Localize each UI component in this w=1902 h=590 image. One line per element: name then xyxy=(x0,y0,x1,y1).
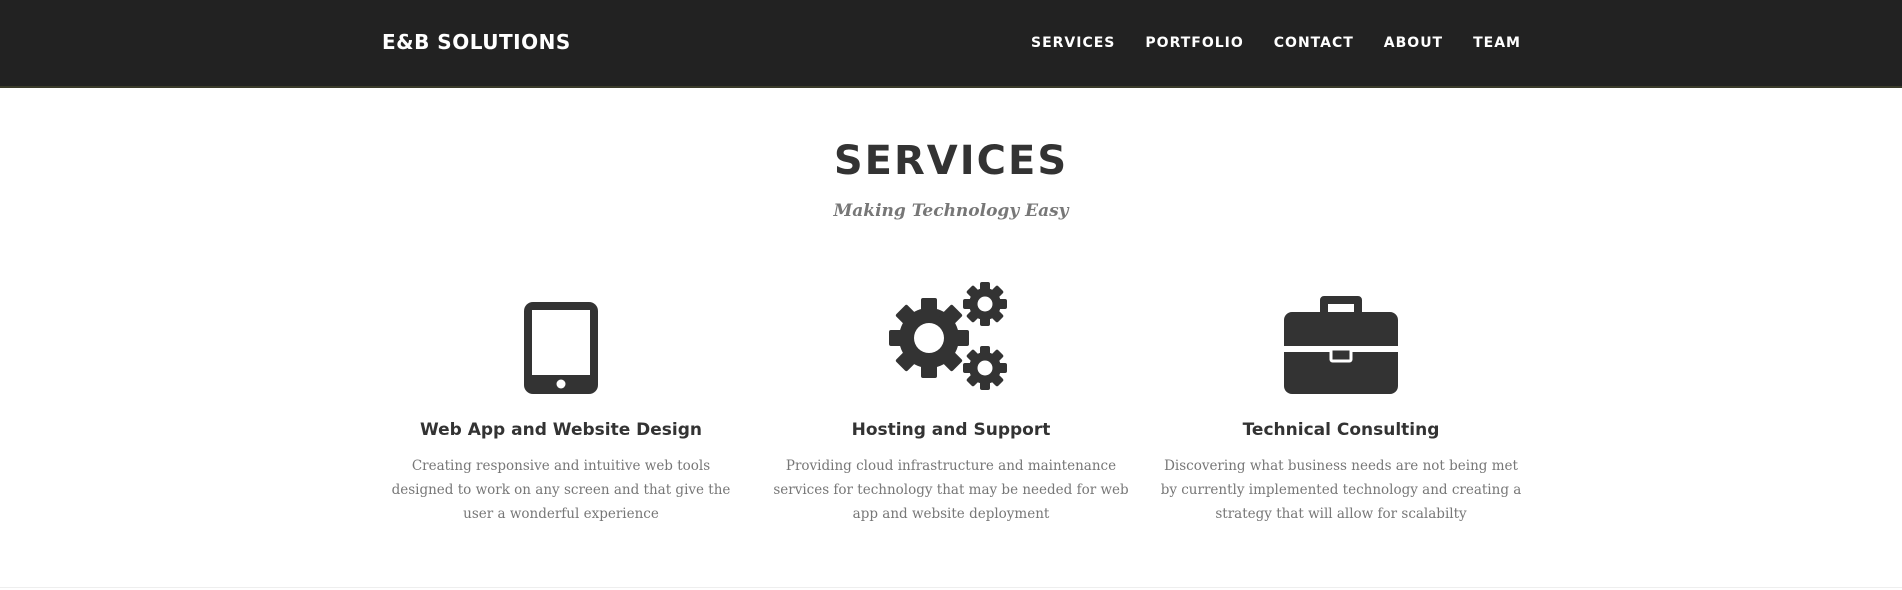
brand-logo[interactable]: E&B SOLUTIONS xyxy=(382,30,571,54)
gears-icon xyxy=(889,282,1007,390)
service-hosting: Hosting and Support Providing cloud infr… xyxy=(766,282,1136,526)
navbar: E&B SOLUTIONS SERVICES PORTFOLIO CONTACT… xyxy=(0,0,1902,88)
nav-link-services[interactable]: SERVICES xyxy=(1031,35,1115,51)
service-consulting: Technical Consulting Discovering what bu… xyxy=(1156,290,1526,526)
service-web-design: Web App and Website Design Creating resp… xyxy=(376,290,746,526)
service-description: Creating responsive and intuitive web to… xyxy=(391,458,731,522)
tablet-icon xyxy=(524,302,598,394)
nav-link-about[interactable]: ABOUT xyxy=(1384,35,1443,51)
service-title: Web App and Website Design xyxy=(419,420,703,440)
nav-link-portfolio[interactable]: PORTFOLIO xyxy=(1145,35,1243,51)
service-description: Discovering what business needs are not … xyxy=(1160,458,1522,522)
service-description: Providing cloud infrastructure and maint… xyxy=(773,458,1129,522)
main-nav: SERVICES PORTFOLIO CONTACT ABOUT TEAM xyxy=(1031,35,1521,51)
nav-link-team[interactable]: TEAM xyxy=(1473,35,1521,51)
service-title: Hosting and Support xyxy=(851,420,1051,440)
section-subheading: Making Technology Easy xyxy=(833,201,1069,221)
briefcase-icon xyxy=(1284,296,1398,394)
service-title: Technical Consulting xyxy=(1242,420,1440,440)
nav-link-contact[interactable]: CONTACT xyxy=(1274,35,1354,51)
section-divider xyxy=(0,587,1902,588)
section-heading: SERVICES xyxy=(833,138,1069,184)
